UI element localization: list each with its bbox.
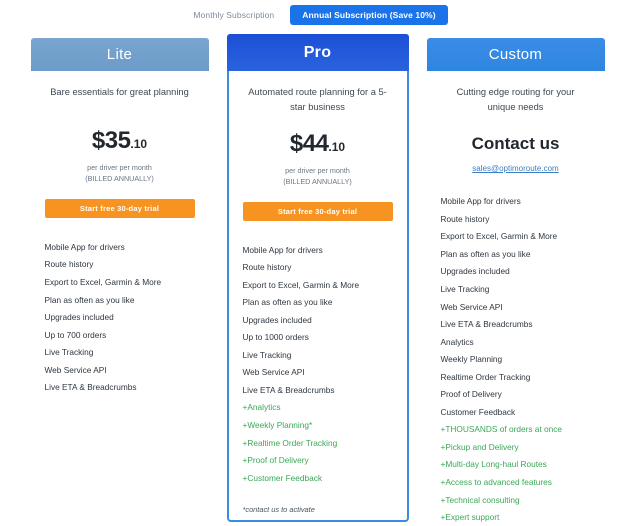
feature-item: Mobile App for drivers xyxy=(243,241,393,259)
feature-item: Proof of Delivery xyxy=(441,386,591,404)
plan-body-custom: Cutting edge routing for your unique nee… xyxy=(427,71,605,526)
pricing-cards: Lite Bare essentials for great planning … xyxy=(0,26,635,526)
plan-title-pro: Pro xyxy=(227,34,409,71)
price-amount-lite: $35 xyxy=(92,127,131,154)
price-note-line2-pro: (BILLED ANNUALLY) xyxy=(243,176,393,187)
feature-item: +Technical consulting xyxy=(441,491,591,509)
plan-tagline-lite: Bare essentials for great planning xyxy=(45,71,195,113)
feature-item: Upgrades included xyxy=(441,263,591,281)
feature-item: Customer Feedback xyxy=(441,403,591,421)
plan-tagline-pro: Automated route planning for a 5-star bu… xyxy=(243,71,393,116)
feature-item: +Access to advanced features xyxy=(441,473,591,491)
feature-item: +THOUSANDS of orders at once xyxy=(441,421,591,439)
feature-item: Weekly Planning xyxy=(441,351,591,369)
feature-item: Export to Excel, Garmin & More xyxy=(441,228,591,246)
plan-card-custom: Custom Cutting edge routing for your uni… xyxy=(427,38,605,526)
feature-item: +Pickup and Delivery xyxy=(441,438,591,456)
price-cents-lite: .10 xyxy=(130,137,147,151)
plan-card-pro: Pro Automated route planning for a 5-sta… xyxy=(227,34,409,522)
feature-list-pro: Mobile App for driversRoute historyExpor… xyxy=(243,221,393,487)
plan-price-lite: $35.10 xyxy=(45,113,195,155)
start-trial-button-pro[interactable]: Start free 30-day trial xyxy=(243,202,393,221)
feature-item: Up to 700 orders xyxy=(45,326,195,344)
feature-item: Plan as often as you like xyxy=(45,291,195,309)
tab-monthly-subscription[interactable]: Monthly Subscription xyxy=(187,6,280,24)
price-note-lite: per driver per month (BILLED ANNUALLY) xyxy=(45,155,195,184)
feature-item: Export to Excel, Garmin & More xyxy=(45,273,195,291)
feature-item: Upgrades included xyxy=(45,309,195,327)
feature-item: Live Tracking xyxy=(45,344,195,362)
feature-item: Up to 1000 orders xyxy=(243,329,393,347)
price-note-line2-lite: (BILLED ANNUALLY) xyxy=(45,173,195,184)
feature-item: Upgrades included xyxy=(243,311,393,329)
plan-footnote-pro: *contact us to activate xyxy=(243,487,393,514)
price-note-line1-pro: per driver per month xyxy=(243,165,393,176)
feature-item: +Expert support xyxy=(441,509,591,526)
feature-item: Live Tracking xyxy=(441,280,591,298)
feature-item: +Proof of Delivery xyxy=(243,452,393,470)
feature-item: Live ETA & Breadcrumbs xyxy=(441,315,591,333)
plan-body-pro: Automated route planning for a 5-star bu… xyxy=(229,71,407,514)
plan-price-pro: $44.10 xyxy=(243,116,393,158)
feature-item: Web Service API xyxy=(441,298,591,316)
feature-item: Route history xyxy=(45,256,195,274)
feature-list-custom: Mobile App for driversRoute historyExpor… xyxy=(441,173,591,526)
feature-item: Realtime Order Tracking xyxy=(441,368,591,386)
plan-tagline-custom: Cutting edge routing for your unique nee… xyxy=(441,71,591,116)
feature-item: Export to Excel, Garmin & More xyxy=(243,276,393,294)
feature-item: Web Service API xyxy=(45,361,195,379)
plan-title-custom: Custom xyxy=(427,38,605,71)
feature-item: +Realtime Order Tracking xyxy=(243,434,393,452)
plan-body-lite: Bare essentials for great planning $35.1… xyxy=(31,71,209,396)
contact-heading-custom: Contact us xyxy=(441,116,591,154)
price-cents-pro: .10 xyxy=(328,140,345,154)
feature-item: Live ETA & Breadcrumbs xyxy=(243,381,393,399)
feature-item: +Multi-day Long-haul Routes xyxy=(441,456,591,474)
feature-item: Route history xyxy=(243,259,393,277)
feature-item: Mobile App for drivers xyxy=(441,193,591,211)
billing-toggle: Monthly Subscription Annual Subscription… xyxy=(0,0,635,26)
feature-item: +Weekly Planning* xyxy=(243,416,393,434)
feature-item: Plan as often as you like xyxy=(243,294,393,312)
feature-item: Live Tracking xyxy=(243,346,393,364)
feature-list-lite: Mobile App for driversRoute historyExpor… xyxy=(45,218,195,396)
feature-item: Analytics xyxy=(441,333,591,351)
feature-item: +Customer Feedback xyxy=(243,469,393,487)
tab-annual-subscription[interactable]: Annual Subscription (Save 10%) xyxy=(290,5,447,25)
feature-item: Web Service API xyxy=(243,364,393,382)
contact-email-link-custom[interactable]: sales@optimoroute.com xyxy=(441,154,591,173)
feature-item: Plan as often as you like xyxy=(441,245,591,263)
plan-card-lite: Lite Bare essentials for great planning … xyxy=(31,38,209,396)
price-note-pro: per driver per month (BILLED ANNUALLY) xyxy=(243,158,393,187)
feature-item: Mobile App for drivers xyxy=(45,238,195,256)
price-note-line1-lite: per driver per month xyxy=(45,162,195,173)
feature-item: +Analytics xyxy=(243,399,393,417)
plan-title-lite: Lite xyxy=(31,38,209,71)
price-amount-pro: $44 xyxy=(290,130,329,157)
start-trial-button-lite[interactable]: Start free 30-day trial xyxy=(45,199,195,218)
feature-item: Route history xyxy=(441,210,591,228)
feature-item: Live ETA & Breadcrumbs xyxy=(45,379,195,397)
